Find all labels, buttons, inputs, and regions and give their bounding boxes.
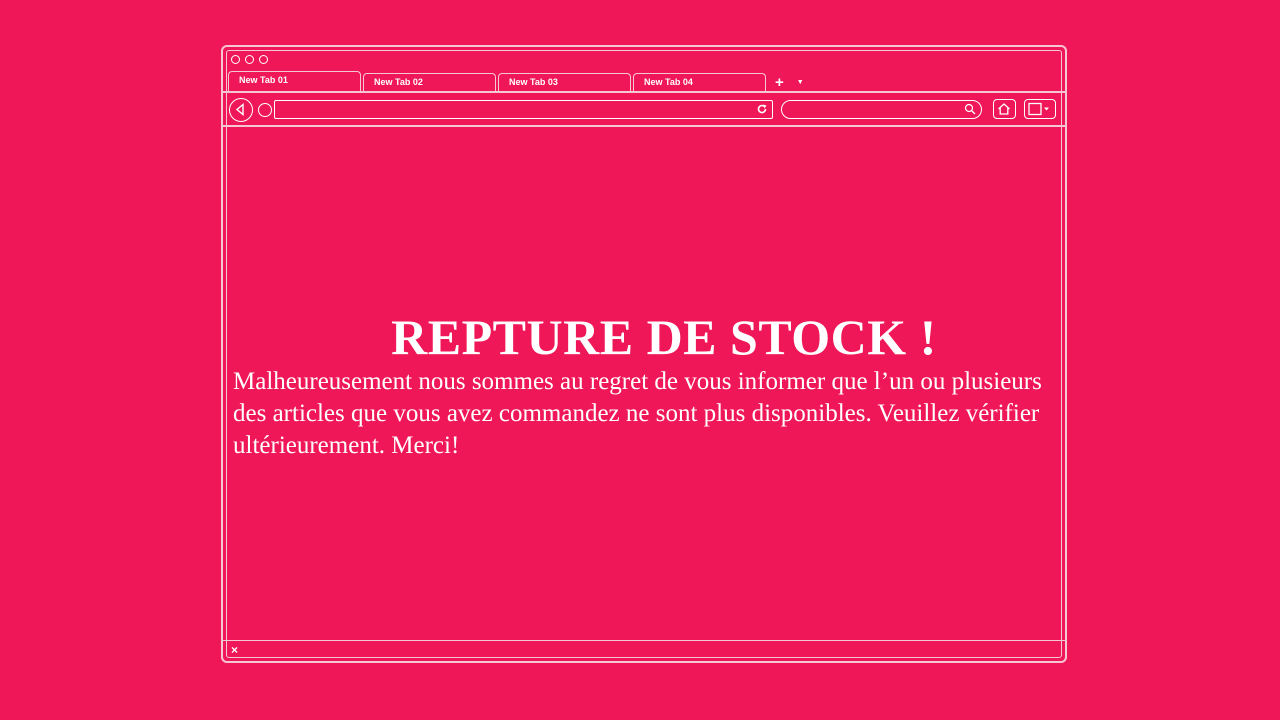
tab-new-tab-04[interactable]: New Tab 04	[633, 73, 766, 91]
out-of-stock-message: Malheureusement nous sommes au regret de…	[233, 368, 1042, 459]
slide-background: New Tab 01 New Tab 02 New Tab 03 New Tab…	[0, 0, 1280, 720]
navigation-toolbar	[229, 97, 1065, 123]
window-menu-button[interactable]	[1024, 99, 1056, 119]
address-bar[interactable]	[274, 100, 773, 119]
search-icon[interactable]	[964, 103, 976, 115]
search-bar[interactable]	[781, 100, 982, 119]
home-icon	[998, 103, 1010, 115]
back-arrow-icon	[235, 103, 244, 116]
window-maximize-dot[interactable]	[259, 55, 268, 64]
window-minimize-dot[interactable]	[245, 55, 254, 64]
tab-new-tab-02[interactable]: New Tab 02	[363, 73, 496, 91]
stop-button[interactable]	[258, 103, 272, 117]
tab-new-tab-03[interactable]: New Tab 03	[498, 73, 631, 91]
page-viewport: REPTURE DE STOCK ! Malheureusement nous …	[223, 125, 1065, 637]
tab-strip: New Tab 01 New Tab 02 New Tab 03 New Tab…	[228, 71, 804, 91]
statusbar-divider	[223, 639, 1065, 641]
browser-window-frame: New Tab 01 New Tab 02 New Tab 03 New Tab…	[221, 45, 1067, 663]
window-menu-icon	[1028, 102, 1049, 116]
page-title: REPTURE DE STOCK !	[391, 309, 937, 365]
home-button[interactable]	[993, 99, 1016, 119]
reload-icon[interactable]	[756, 103, 768, 115]
window-controls	[231, 55, 268, 64]
back-button[interactable]	[229, 98, 253, 122]
new-tab-button[interactable]: +	[775, 75, 784, 91]
window-close-dot[interactable]	[231, 55, 240, 64]
tabbar-divider	[223, 91, 1065, 93]
close-icon[interactable]: ×	[231, 643, 238, 657]
tab-new-tab-01[interactable]: New Tab 01	[228, 71, 361, 91]
tab-list-dropdown-icon[interactable]: ▼	[797, 75, 804, 91]
